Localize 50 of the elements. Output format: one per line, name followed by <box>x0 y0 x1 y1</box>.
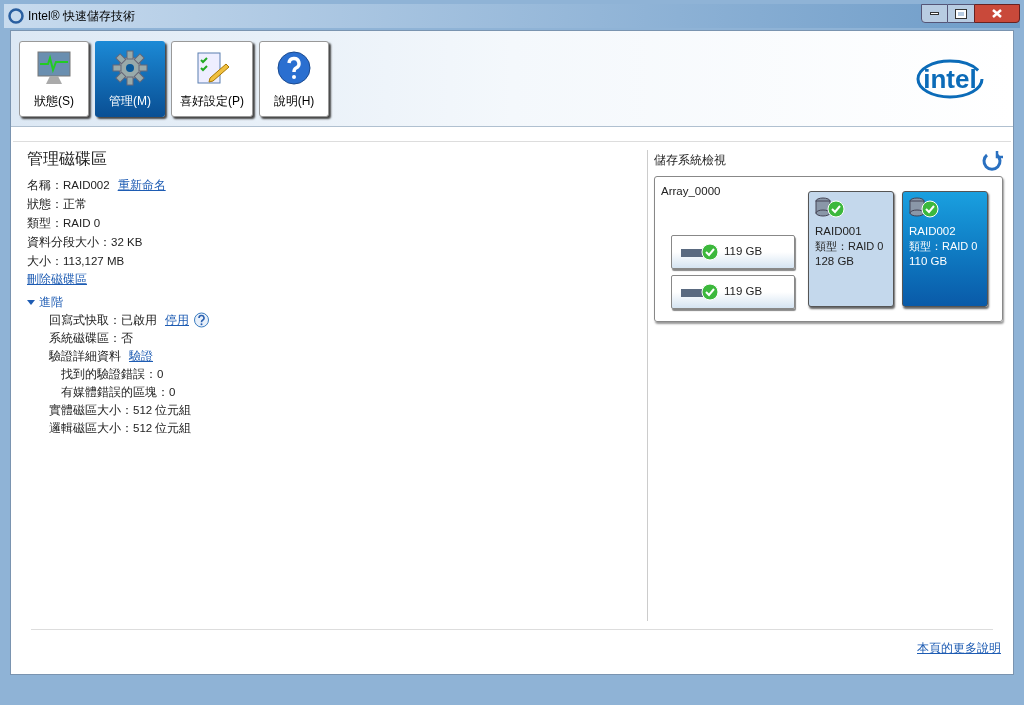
property-text: 大小：113,127 MB <box>27 253 125 269</box>
database-check-icon <box>815 196 845 218</box>
disk-size: 119 GB <box>724 244 763 260</box>
refresh-icon[interactable] <box>981 150 1003 172</box>
more-help-link[interactable]: 本頁的更多說明 <box>917 640 1001 658</box>
disk-bar[interactable]: 119 GB <box>671 235 795 269</box>
volume-type: 類型：RAID 0 <box>815 239 884 254</box>
disk-check-icon <box>680 283 720 301</box>
volume-name: RAID001 <box>815 224 863 239</box>
array-name: Array_0000 <box>661 184 721 199</box>
action-link[interactable]: 停用 <box>165 311 189 329</box>
app-icon <box>8 8 24 24</box>
help-icon[interactable] <box>193 311 210 329</box>
volume-type: 類型：RAID 0 <box>909 239 978 254</box>
volume-card[interactable]: RAID002 類型：RAID 0 110 GB <box>902 191 988 307</box>
advanced-toggle[interactable]: 進階 <box>27 293 63 311</box>
property-text: 名稱：RAID002 <box>27 177 110 193</box>
volume-card[interactable]: RAID001 類型：RAID 0 128 GB <box>808 191 894 307</box>
panel-title: 管理磁碟區 <box>27 150 108 169</box>
close-button[interactable] <box>974 4 1020 23</box>
property-text: 狀態：正常 <box>27 196 87 212</box>
action-link[interactable]: 驗證 <box>129 347 153 365</box>
section-title: 儲存系統檢視 <box>654 153 726 169</box>
maximize-button[interactable] <box>948 4 974 23</box>
property-text: 實體磁區大小：512 位元組 <box>49 403 192 418</box>
volume-size: 128 GB <box>815 254 855 269</box>
property-text: 類型：RAID 0 <box>27 215 101 231</box>
property-text: 邏輯磁區大小：512 位元組 <box>49 421 192 436</box>
database-check-icon <box>909 196 939 218</box>
property-text: 找到的驗證錯誤：0 <box>61 367 164 382</box>
gear-icon <box>110 47 150 88</box>
minimize-button[interactable] <box>921 4 948 23</box>
toolbar-tab[interactable]: 喜好設定(P) <box>171 40 253 117</box>
volume-name: RAID002 <box>909 224 957 239</box>
property-text: 有媒體錯誤的區塊：0 <box>61 385 176 400</box>
property-text: 資料分段大小：32 KB <box>27 234 143 250</box>
disk-bar[interactable]: 119 GB <box>671 275 795 309</box>
volume-size: 110 GB <box>909 254 949 269</box>
window-title: Intel® 快速儲存技術 <box>28 8 135 25</box>
toolbar-tab[interactable]: 狀態(S) <box>19 40 89 117</box>
delete-volume-link[interactable]: 刪除磁碟區 <box>27 270 87 289</box>
disk-size: 119 GB <box>724 284 763 300</box>
close-icon <box>992 9 1002 18</box>
toolbar-tab[interactable]: 管理(M) <box>95 40 165 117</box>
rename-link[interactable]: 重新命名 <box>117 175 166 194</box>
toolbar-tab[interactable]: 說明(H) <box>259 40 329 117</box>
property-text: 系統磁碟區：否 <box>49 331 133 346</box>
property-text: 驗證詳細資料 <box>49 349 121 364</box>
disk-check-icon <box>680 243 720 261</box>
property-text: 回寫式快取：已啟用 <box>49 313 157 328</box>
